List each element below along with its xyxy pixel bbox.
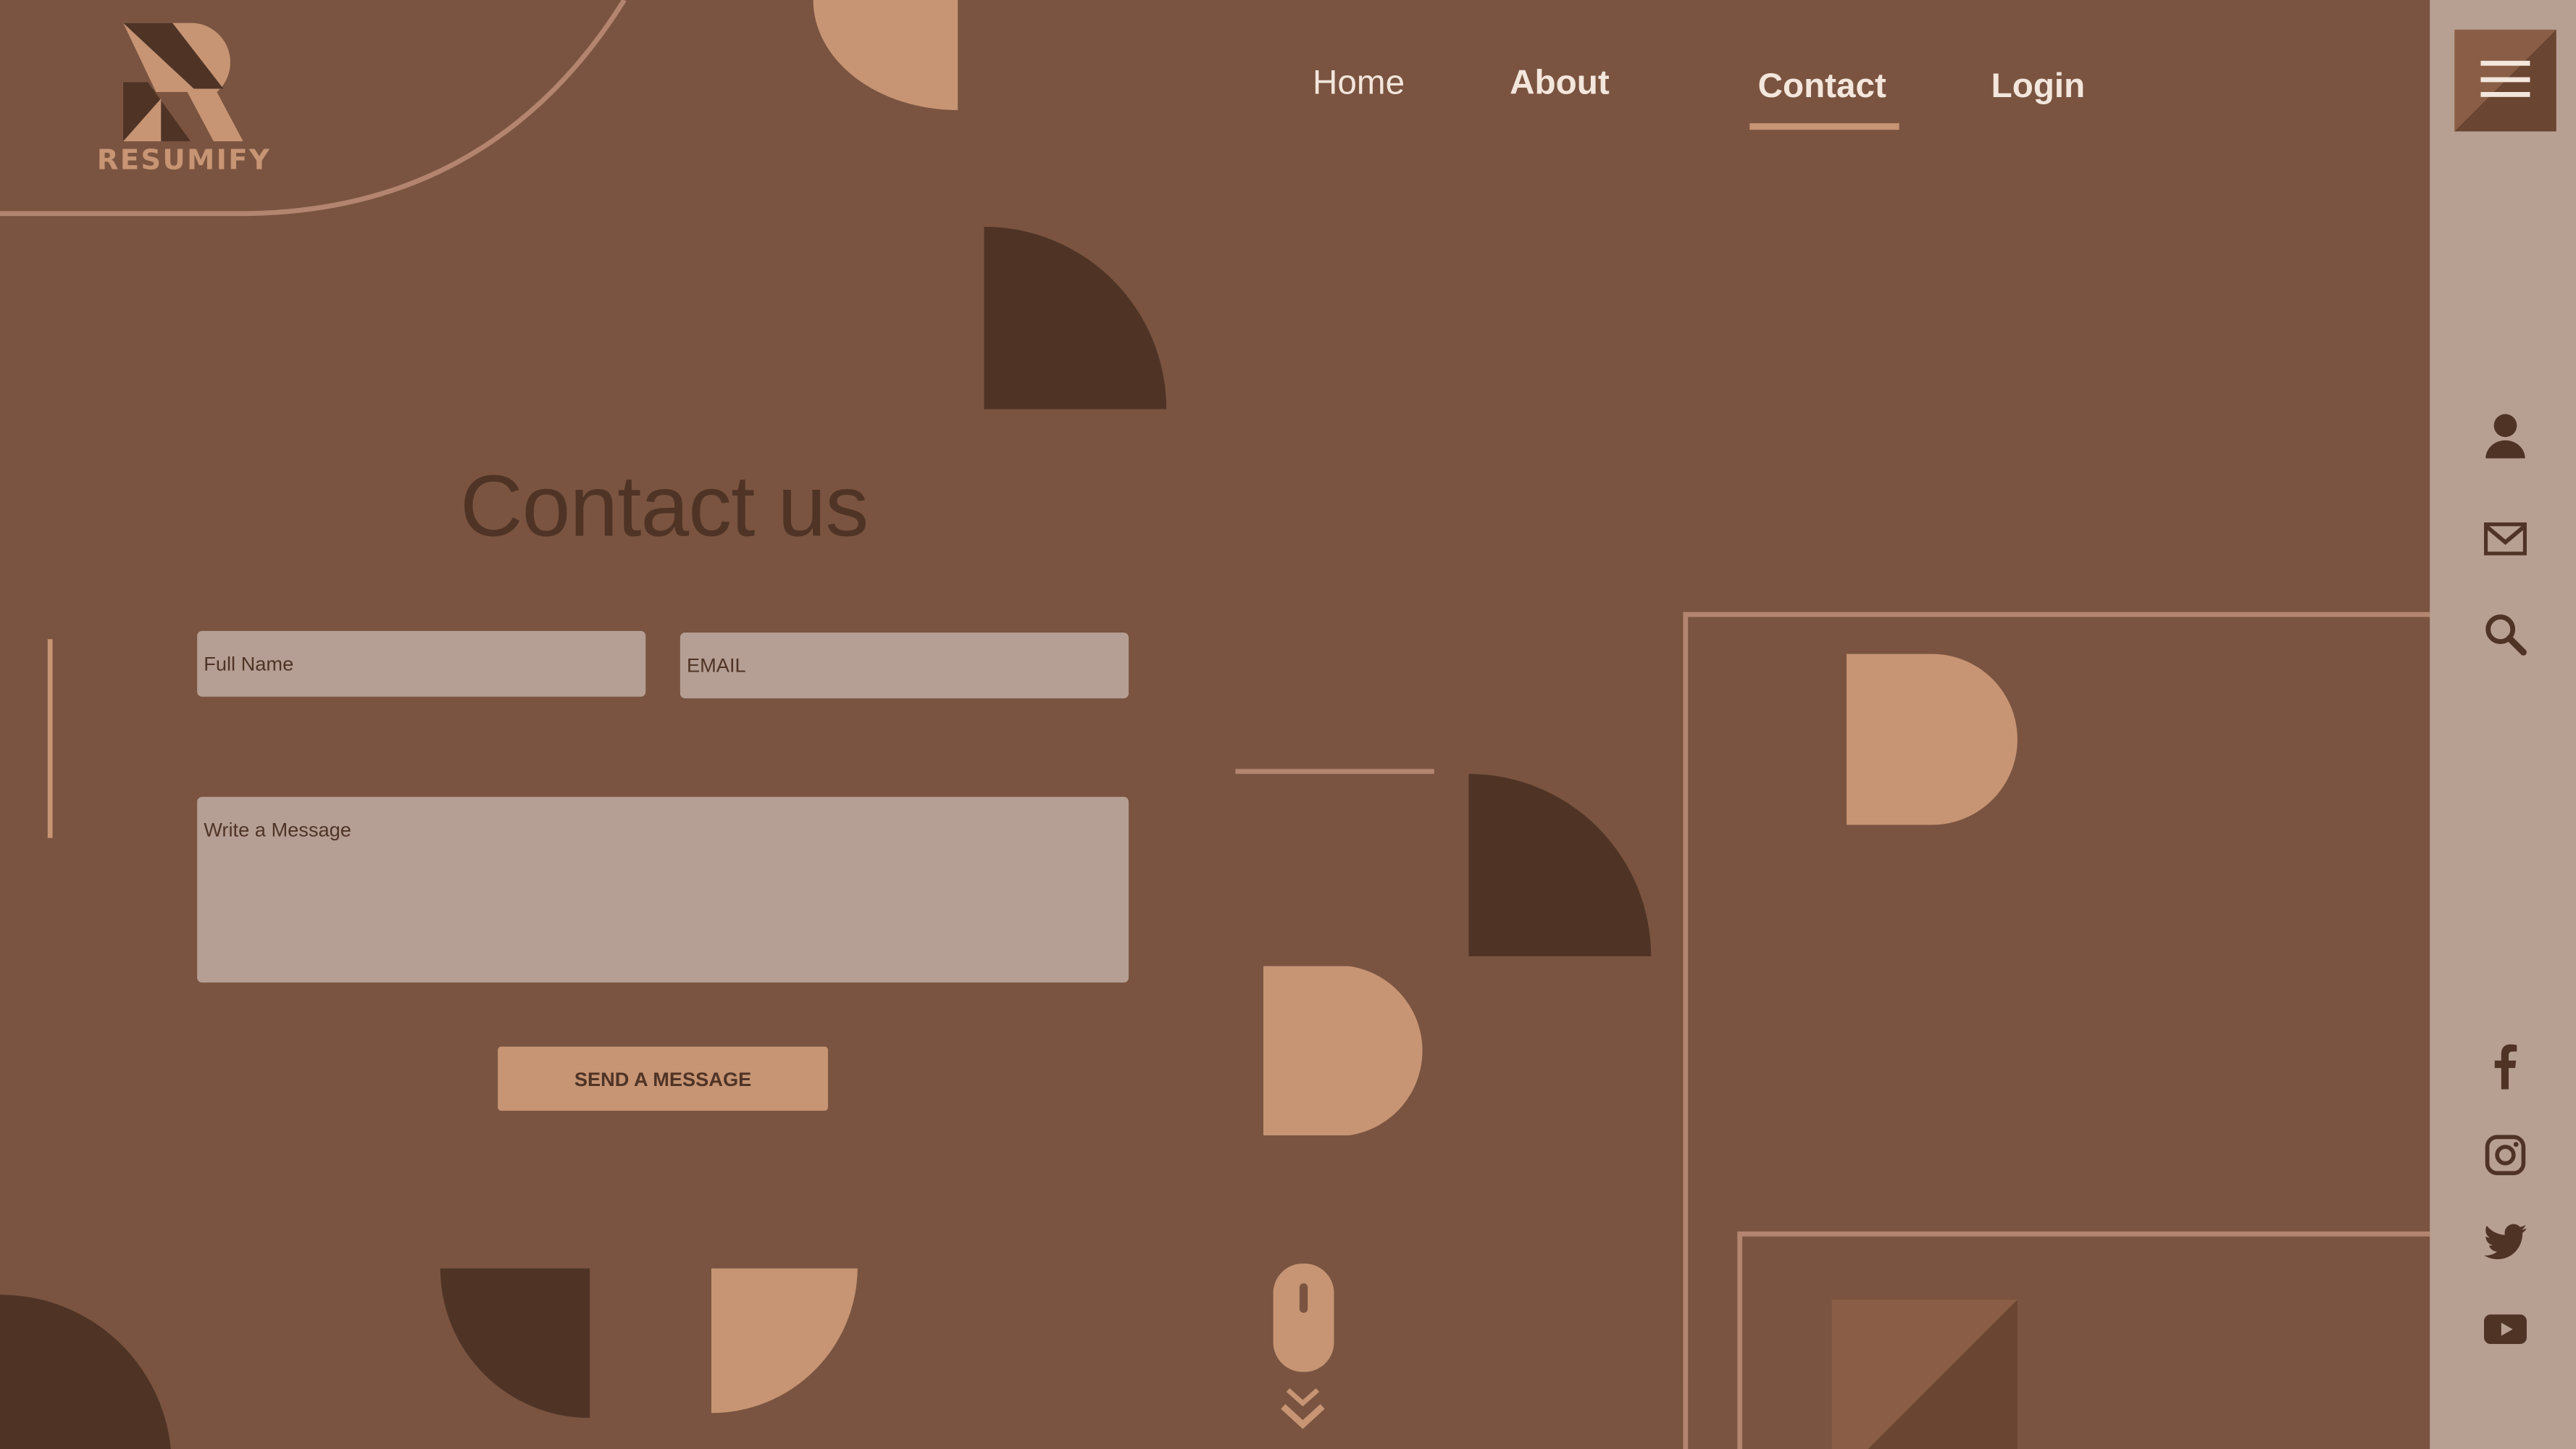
nav-home-link[interactable]: Home [1313, 64, 1405, 103]
hamburger-menu-button[interactable] [2454, 29, 2556, 132]
right-d-shape-decoration [1847, 653, 2017, 825]
message-textarea[interactable] [197, 796, 1129, 983]
mail-icon[interactable] [2480, 514, 2530, 564]
facebook-icon[interactable] [2480, 1042, 2530, 1091]
full-name-input[interactable] [197, 630, 646, 697]
middle-d-shape-decoration [1263, 966, 1423, 1136]
bottom-left-semicircle-decoration [0, 1295, 171, 1449]
decorative-shapes [0, 0, 2576, 1449]
center-horizontal-line-decoration [1235, 769, 1434, 774]
top-left-arc-decoration [0, 0, 627, 217]
send-message-button[interactable]: SEND A MESSAGE [498, 1046, 829, 1111]
nav-login-link[interactable]: Login [1991, 67, 2086, 107]
youtube-icon[interactable] [2480, 1305, 2530, 1354]
bottom-light-quarter-decoration [711, 1268, 858, 1413]
nav-about-link[interactable]: About [1510, 64, 1610, 103]
middle-dark-quarter-decoration [1468, 774, 1652, 956]
bottom-dark-quarter-decoration [440, 1268, 590, 1419]
email-input[interactable] [679, 632, 1129, 698]
twitter-icon[interactable] [2480, 1217, 2530, 1266]
nav-contact-link[interactable]: Contact [1758, 67, 1886, 107]
page-title: Contact us [460, 458, 869, 556]
left-vertical-line-decoration [47, 639, 53, 838]
search-icon[interactable] [2480, 609, 2530, 659]
user-icon[interactable] [2480, 411, 2530, 460]
contact-page: RESUMIFY Home About Contact Login Contac… [0, 0, 2576, 1449]
brand-name: RESUMIFY [96, 144, 272, 178]
mouse-scroll-icon[interactable] [1265, 1262, 1340, 1436]
active-nav-underline [1749, 123, 1899, 130]
instagram-icon[interactable] [2480, 1130, 2530, 1179]
top-half-circle-decoration [813, 0, 958, 110]
dark-quarter-circle-decoration [984, 226, 1167, 409]
